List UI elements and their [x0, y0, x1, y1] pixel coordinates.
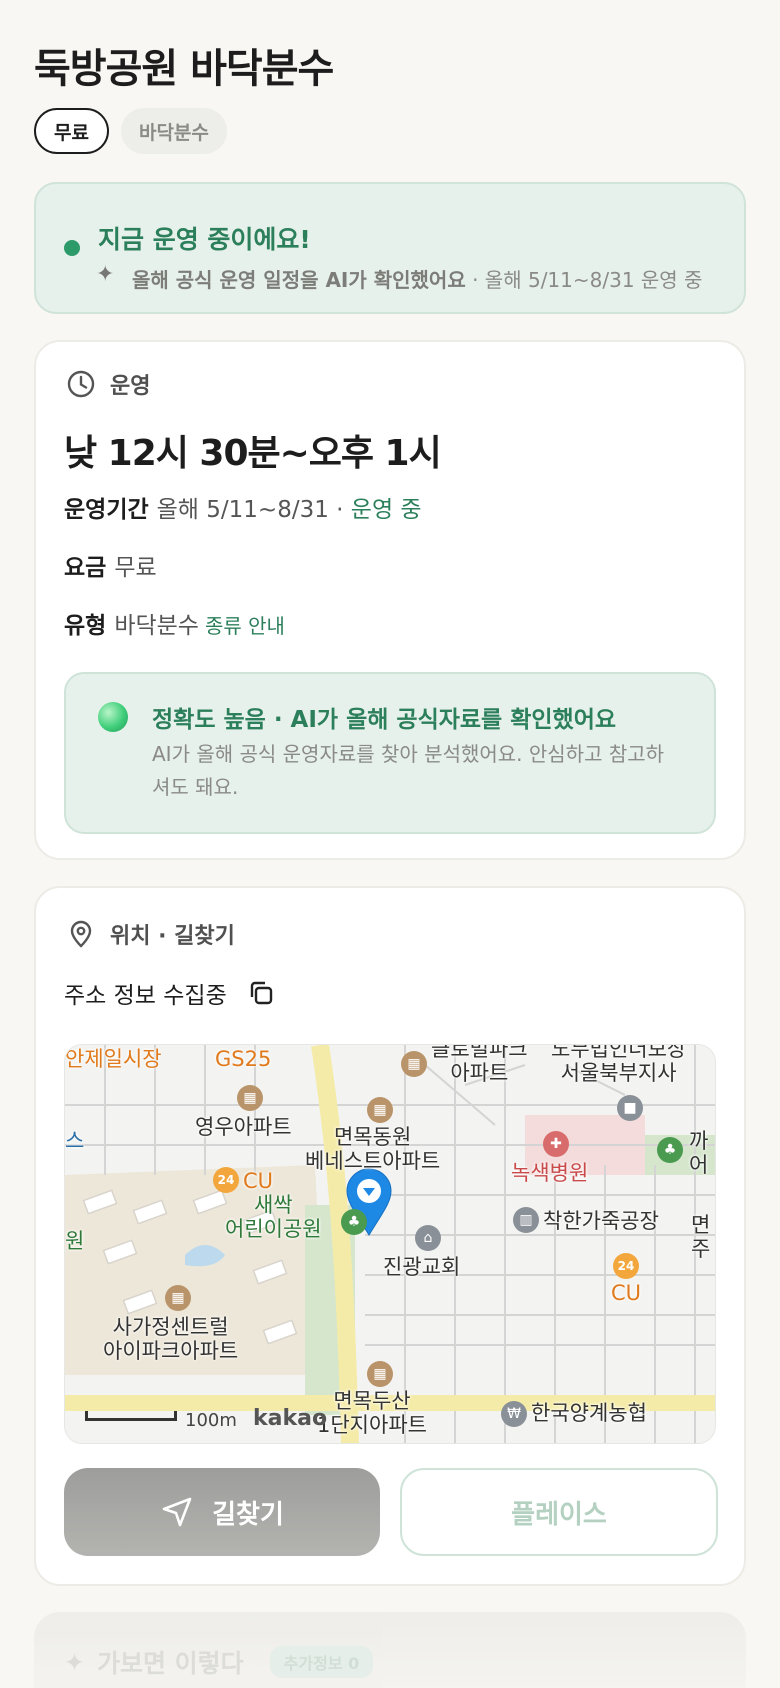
- map-label-myeonmok: 면목동원 베네스트아파트: [305, 1125, 441, 1173]
- apartment-icon: ▦: [367, 1361, 393, 1387]
- map-label-office: 노무법인더보상 서울북부지사: [551, 1044, 687, 1085]
- map-label-myeon: 면주: [691, 1213, 711, 1261]
- convenience-store-icon: 24: [613, 1253, 639, 1279]
- status-title: 지금 운영 중이에요!: [98, 225, 311, 254]
- operating-hours: 낮 12시 30분~오후 1시: [64, 433, 442, 474]
- map-label-factory: 착한가죽공장: [543, 1209, 659, 1233]
- map-label-cu-east: CU: [611, 1281, 642, 1305]
- clock-icon: [67, 370, 95, 398]
- location-heading-label: 위치 · 길찾기: [110, 924, 235, 949]
- address-text: 주소 정보 수집중: [64, 983, 227, 1009]
- factory-icon: ▥: [513, 1207, 539, 1233]
- type-info-link[interactable]: 종류 안내: [205, 614, 285, 638]
- location-card: 위치 · 길찾기 주소 정보 수집중 안제일시장 GS25 ▦ 클로벌파크 아파…: [34, 886, 746, 1586]
- map-label-cu: CU: [243, 1169, 274, 1193]
- accuracy-orb-icon: [98, 702, 128, 732]
- park-icon: ♣: [341, 1209, 367, 1235]
- chip-floor-fountain[interactable]: 바닥분수: [120, 108, 227, 154]
- map-label-won: 원: [65, 1229, 85, 1253]
- experience-card: ✦ 가보면 이렇다 추가정보 0: [34, 1612, 746, 1688]
- map-label-youngwoo: 영우아파트: [195, 1115, 292, 1139]
- tag-chips: 무료 바닥분수: [34, 108, 227, 154]
- office-icon: ■: [617, 1095, 643, 1121]
- map-label-park-apt: 클로벌파크 아파트: [431, 1044, 528, 1085]
- operation-heading-label: 운영: [110, 374, 151, 399]
- fee-value: 무료: [114, 555, 157, 581]
- map-label-gs25: GS25: [215, 1047, 272, 1071]
- location-heading: 위치 · 길찾기: [66, 918, 235, 950]
- accuracy-body: AI가 올해 공식 운영자료를 찾아 분석했어요. 안심하고 참고하셔도 돼요.: [152, 742, 665, 799]
- map-label-market: 안제일시장: [65, 1047, 162, 1071]
- accuracy-title: 정확도 높음 · AI가 올해 공식자료를 확인했어요: [152, 707, 617, 733]
- status-banner: 지금 운영 중이에요! ✦ 올해 공식 운영 일정을 AI가 확인했어요 · 올…: [34, 182, 746, 314]
- apartment-icon: ▦: [401, 1051, 427, 1077]
- fee-row: 요금 무료: [64, 548, 157, 582]
- address-row: 주소 정보 수집중: [64, 976, 275, 1010]
- place-button[interactable]: 플레이스: [400, 1468, 718, 1556]
- navigate-button-label: 길찾기: [212, 1499, 284, 1530]
- live-status-dot: [64, 240, 80, 256]
- convenience-store-icon: 24: [213, 1167, 239, 1193]
- period-label: 운영기간: [64, 497, 149, 523]
- bank-icon: ₩: [501, 1401, 527, 1427]
- status-sub-strong: 올해 공식 운영 일정을 AI가 확인했어요: [132, 268, 466, 292]
- extra-info-badge: 추가정보 0: [269, 1646, 374, 1678]
- map-label-s: 스: [65, 1129, 85, 1153]
- status-subtitle: 올해 공식 운영 일정을 AI가 확인했어요 · 올해 5/11~8/31 운영…: [132, 264, 702, 293]
- place-button-label: 플레이스: [511, 1499, 607, 1530]
- park-icon: ♣: [657, 1137, 683, 1163]
- map-brand-logo: kakao: [253, 1406, 328, 1431]
- apartment-icon: ▦: [237, 1085, 263, 1111]
- navigate-button[interactable]: 길찾기: [64, 1468, 380, 1556]
- experience-title: 가보면 이렇다: [96, 1649, 244, 1678]
- operation-card: 운영 낮 12시 30분~오후 1시 운영기간 올해 5/11~8/31 · 운영…: [34, 340, 746, 860]
- period-row: 운영기간 올해 5/11~8/31 · 운영 중: [64, 490, 422, 524]
- map-scale-bar: [85, 1411, 177, 1421]
- status-sub-rest: · 올해 5/11~8/31 운영 중: [465, 268, 703, 292]
- chip-free[interactable]: 무료: [34, 108, 109, 154]
- copy-icon[interactable]: [247, 979, 275, 1007]
- type-label: 유형: [64, 613, 107, 639]
- sparkle-icon: ✦: [96, 262, 115, 287]
- map-scale-label: 100m: [185, 1410, 237, 1431]
- hospital-icon: ✚: [543, 1131, 569, 1157]
- apartment-icon: ▦: [367, 1097, 393, 1123]
- navigation-arrow-icon: [162, 1497, 192, 1527]
- church-icon: ⌂: [415, 1225, 441, 1251]
- map-label-hospital: 녹색병원: [511, 1161, 589, 1185]
- experience-heading: ✦ 가보면 이렇다 추가정보 0: [64, 1644, 374, 1680]
- apartment-icon: ▦: [165, 1285, 191, 1311]
- map-label-dusan: 면목두산 1단지아파트: [317, 1389, 427, 1437]
- map-label-church: 진광교회: [383, 1255, 461, 1279]
- location-pin-icon: [70, 920, 92, 948]
- period-status: 운영 중: [350, 497, 422, 523]
- map-label-kka: 까어: [689, 1129, 709, 1177]
- location-map[interactable]: 안제일시장 GS25 ▦ 클로벌파크 아파트 노무법인더보상 서울북부지사 ■ ▦ …: [64, 1044, 716, 1444]
- map-label-sagajeong: 사가정센트럴 아이파크아파트: [103, 1315, 239, 1363]
- accuracy-notice: 정확도 높음 · AI가 올해 공식자료를 확인했어요 AI가 올해 공식 운영…: [64, 672, 716, 834]
- page-title: 둑방공원 바닥분수: [34, 46, 334, 92]
- map-label-nonghyup: 한국양계농협: [531, 1401, 647, 1425]
- operation-heading: 운영: [66, 368, 150, 400]
- type-row: 유형 바닥분수 종류 안내: [64, 606, 285, 640]
- type-value: 바닥분수: [114, 613, 199, 639]
- fee-label: 요금: [64, 555, 107, 581]
- period-value: 올해 5/11~8/31 ·: [156, 497, 351, 523]
- sparkle-icon: ✦: [64, 1647, 85, 1677]
- map-label-saessak: 새싹 어린이공원: [225, 1193, 322, 1241]
